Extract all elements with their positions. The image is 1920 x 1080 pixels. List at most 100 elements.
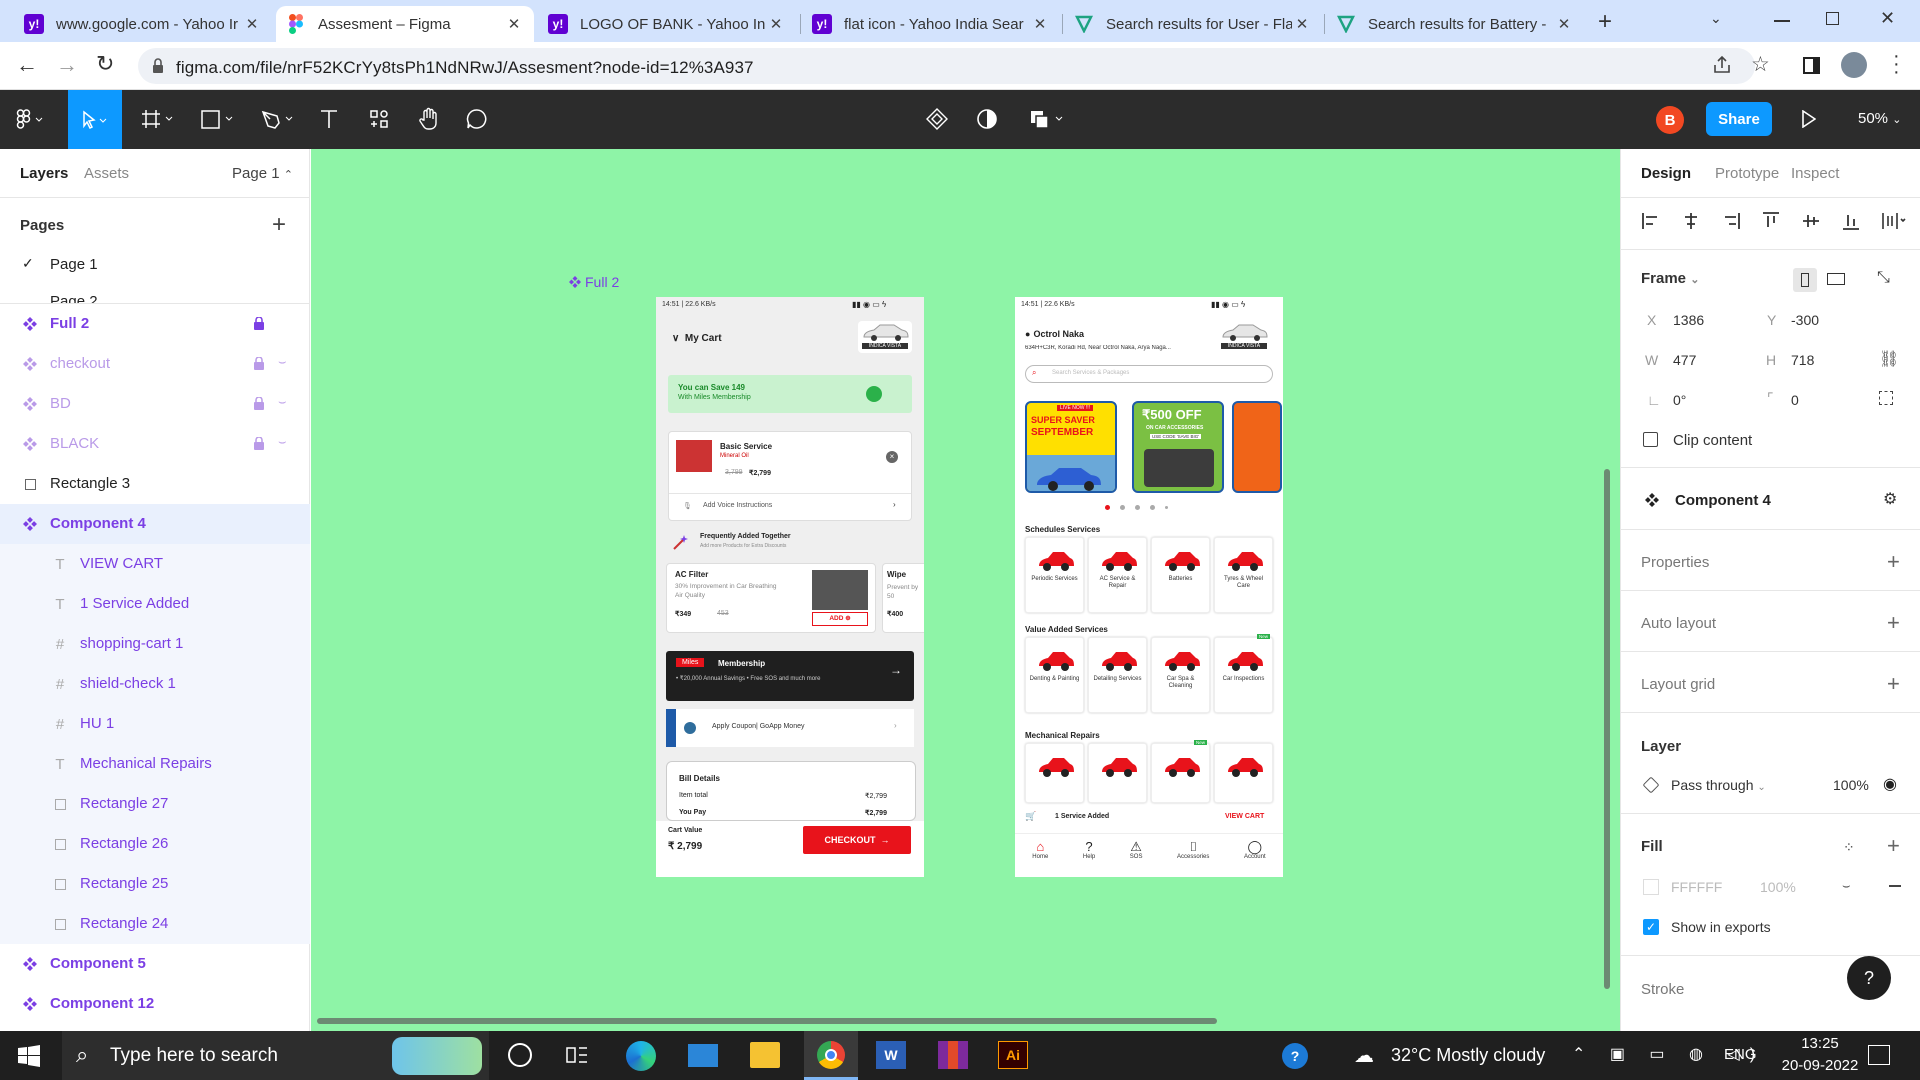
h-field[interactable]: 718 (1791, 352, 1814, 368)
constrain-proportions-icon[interactable]: ⛓ (1879, 349, 1899, 369)
chevron-down-icon[interactable]: ∨ (672, 333, 679, 344)
cart-bar[interactable]: 🛒 1 Service Added VIEW CART (1015, 807, 1283, 827)
search-input[interactable]: ⌕ Search Services & Packages (1025, 365, 1273, 383)
align-center-h-icon[interactable] (1681, 211, 1701, 231)
distribute-icon[interactable] (1881, 211, 1907, 231)
rectangle-tool-icon[interactable] (196, 102, 240, 136)
layer-row[interactable]: BD ⌣ (0, 384, 310, 424)
word-icon[interactable]: W (876, 1041, 906, 1069)
close-tab-icon[interactable]: ✕ (242, 15, 262, 33)
component-name[interactable]: Component 4 (1675, 492, 1771, 509)
remove-fill-icon[interactable] (1889, 885, 1901, 887)
bookmark-star-icon[interactable]: ☆ (1751, 52, 1770, 77)
browser-tab[interactable]: Search results for Battery - ✕ (1326, 6, 1584, 42)
layer-opacity-field[interactable]: 100% (1833, 777, 1869, 793)
edge-icon[interactable] (626, 1041, 656, 1071)
task-view-icon[interactable] (566, 1045, 588, 1065)
lock-icon[interactable] (254, 437, 264, 450)
remove-icon[interactable]: × (886, 451, 898, 463)
add-button[interactable]: ADD ⊕ (812, 612, 868, 626)
layer-row[interactable]: # shield-check 1 (0, 664, 310, 704)
comment-tool-icon[interactable] (460, 102, 494, 136)
close-window-icon[interactable]: ✕ (1880, 8, 1895, 29)
arrow-right-icon[interactable]: → (890, 663, 902, 677)
horizontal-scrollbar[interactable] (317, 1018, 1217, 1024)
service-tile[interactable]: Denting & Painting (1025, 637, 1084, 713)
blend-mode-dropdown[interactable]: Pass through ⌄ (1671, 777, 1766, 793)
service-tile[interactable]: Periodic Services (1025, 537, 1084, 613)
align-top-icon[interactable] (1761, 211, 1781, 231)
boolean-ops-icon[interactable] (1024, 102, 1072, 136)
cart-screen[interactable]: 14:51 | 22.6 KB/s ▮▮ ◉ ▭ ϟ ∨ My Cart IND… (656, 297, 924, 877)
pen-tool-icon[interactable] (256, 102, 300, 136)
layer-row[interactable]: Component 12 (0, 984, 310, 1024)
vertical-scrollbar[interactable] (1604, 469, 1610, 989)
show-in-exports-checkbox[interactable]: ✓ (1643, 919, 1659, 935)
location-row[interactable]: ● Octrol Naka (1025, 329, 1084, 339)
banner-500-off[interactable]: ₹500 OFF ON CAR ACCESSORIES USE CODE 'SA… (1132, 401, 1224, 493)
move-tool-icon[interactable] (68, 90, 122, 149)
text-tool-icon[interactable] (312, 102, 346, 136)
hand-tool-icon[interactable] (412, 102, 446, 136)
url-text[interactable]: figma.com/file/nrF52KCrYy8tsPh1NdNRwJ/As… (176, 58, 754, 78)
eye-hidden-icon[interactable]: ⌣ (1842, 878, 1851, 894)
close-tab-icon[interactable]: ✕ (504, 15, 524, 33)
nav-item[interactable]: ⌂ Home (1032, 840, 1048, 861)
nav-item[interactable]: ? Help (1083, 840, 1095, 861)
page-item[interactable]: Page 1 (50, 256, 98, 273)
layer-row[interactable]: Component 5 (0, 944, 310, 984)
service-tile[interactable]: Detailing Services (1088, 637, 1147, 713)
layer-row[interactable]: # HU 1 (0, 704, 310, 744)
share-page-icon[interactable] (1712, 55, 1732, 75)
banner-super-saver[interactable]: LIVE NOW !!! SUPER SAVER SEPTEMBER (1025, 401, 1117, 493)
add-property-icon[interactable]: + (1887, 551, 1900, 573)
browser-tab[interactable]: y! LOGO OF BANK - Yahoo Inc ✕ (538, 6, 796, 42)
layer-row[interactable]: Rectangle 26 (0, 824, 310, 864)
eye-hidden-icon[interactable]: ⌣ (278, 354, 287, 370)
browser-tab[interactable]: Search results for User - Fla ✕ (1064, 6, 1322, 42)
service-tile[interactable] (1214, 743, 1273, 803)
layer-row[interactable]: Rectangle 24 (0, 904, 310, 944)
side-panel-icon[interactable] (1803, 57, 1820, 74)
close-tab-icon[interactable]: ✕ (766, 15, 786, 33)
home-screen[interactable]: 14:51 | 22.6 KB/s ▮▮ ◉ ▭ ϟ ● Octrol Naka … (1015, 297, 1283, 877)
layer-row[interactable]: Rectangle 3 (0, 464, 310, 504)
align-bottom-icon[interactable] (1841, 211, 1861, 231)
align-right-icon[interactable] (1721, 211, 1741, 231)
voice-instructions[interactable]: Add Voice Instructions (703, 502, 772, 509)
product-card-wipe[interactable]: Wipe Prevent by 50 ₹400 (882, 563, 924, 633)
save-banner[interactable]: You can Save 149 With Miles Membership (668, 375, 912, 413)
add-fill-icon[interactable]: + (1887, 835, 1900, 857)
eye-hidden-icon[interactable]: ⌣ (278, 394, 287, 410)
zoom-level[interactable]: 50% ⌄ (1858, 110, 1901, 127)
design-canvas[interactable]: Full 2 14:51 | 22.6 KB/s ▮▮ ◉ ▭ ϟ ∨ My C… (311, 149, 1620, 1031)
layer-row[interactable]: # shopping-cart 1 (0, 624, 310, 664)
profile-avatar[interactable] (1841, 52, 1867, 78)
mail-icon[interactable] (688, 1044, 718, 1067)
fill-opacity-field[interactable]: 100% (1760, 879, 1796, 895)
chevron-right-icon[interactable]: › (893, 500, 896, 509)
banner-partial[interactable] (1232, 401, 1282, 493)
x-field[interactable]: 1386 (1673, 312, 1704, 328)
close-tab-icon[interactable]: ✕ (1030, 15, 1050, 33)
lock-icon[interactable] (254, 317, 264, 330)
browser-menu-icon[interactable]: · · · (1893, 46, 1900, 82)
radius-field[interactable]: 0 (1791, 392, 1799, 408)
mask-icon[interactable] (970, 102, 1004, 136)
page-selector[interactable]: Page 1 ⌃ (232, 165, 293, 182)
illustrator-icon[interactable]: Ai (998, 1041, 1028, 1069)
present-play-icon[interactable] (1802, 110, 1816, 128)
taskbar-search[interactable]: ⌕ Type here to search (62, 1031, 489, 1080)
eye-hidden-icon[interactable]: ⌣ (278, 434, 287, 450)
w-field[interactable]: 477 (1673, 352, 1696, 368)
service-tile[interactable]: Car Spa & Cleaning (1151, 637, 1210, 713)
tab-design[interactable]: Design (1641, 165, 1691, 182)
layer-row[interactable]: Component 4 (0, 504, 310, 544)
minimize-icon[interactable] (1774, 20, 1790, 22)
clock-date[interactable]: 20-09-2022 (1774, 1057, 1866, 1074)
frame-label[interactable]: Full 2 (569, 274, 619, 290)
layer-row[interactable]: Rectangle 27 (0, 784, 310, 824)
component-settings-icon[interactable]: ⚙ (1883, 489, 1897, 509)
layer-row[interactable]: T Mechanical Repairs (0, 744, 310, 784)
rotation-field[interactable]: 0° (1673, 392, 1686, 408)
